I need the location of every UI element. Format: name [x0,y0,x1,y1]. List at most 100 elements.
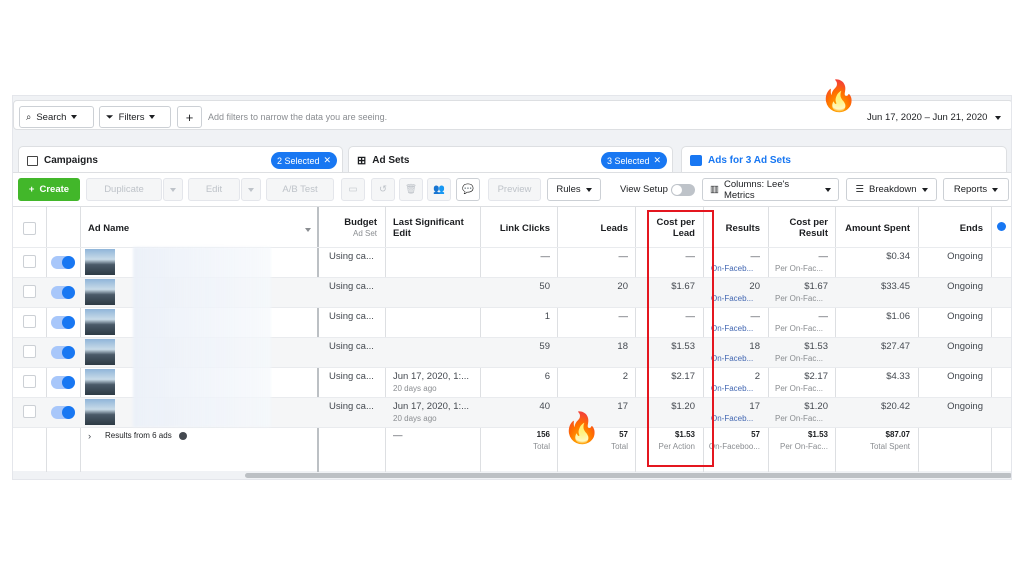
ad-thumbnail[interactable] [85,369,115,395]
audience-button[interactable]: 👥 [427,178,451,201]
ad-status-toggle[interactable] [51,406,75,419]
row-checkbox[interactable] [23,255,36,268]
sort-caret-icon[interactable] [305,228,311,232]
row-checkbox[interactable] [23,345,36,358]
create-button[interactable]: + Create [18,178,80,201]
header-last-edit-2[interactable]: Edit [393,228,411,239]
cost-per-result-cell: $1.53 [804,341,828,352]
ad-thumbnail[interactable] [85,399,115,425]
date-range-picker[interactable]: Jun 17, 2020 – Jun 21, 2020 [867,112,1002,123]
preview-label: Preview [497,184,532,195]
preview-button[interactable]: Preview [488,178,541,201]
add-filter-button[interactable]: + [177,106,202,128]
ad-status-toggle[interactable] [51,286,75,299]
edit-dropdown[interactable] [241,178,261,201]
tab-adsets[interactable]: ⊞ Ad Sets 3 Selected ✕ [348,146,673,174]
amount-spent-cell: $33.45 [880,281,910,292]
comment-button[interactable]: 💬 [456,178,480,201]
ad-thumbnail[interactable] [85,339,115,365]
results-sub[interactable]: On-Faceb... [711,264,765,273]
last-edit-sub: 20 days ago [393,414,437,423]
ad-status-toggle[interactable] [51,376,75,389]
link-clicks-cell: 1 [544,311,550,322]
ends-cell: Ongoing [947,251,983,262]
row-checkbox[interactable] [23,315,36,328]
header-ad-name[interactable]: Ad Name [88,223,129,234]
header-leads[interactable]: Leads [560,223,628,234]
search-button[interactable]: ⌕ Search [19,106,94,128]
archive-button[interactable]: ▭ [341,178,365,201]
row-checkbox[interactable] [23,405,36,418]
filter-icon: ⏷ [106,111,114,123]
close-icon[interactable]: ✕ [324,155,332,166]
caret-down-icon [248,187,254,192]
leads-cell: 18 [617,341,628,352]
ad-thumbnail[interactable] [85,249,115,275]
fire-emoji: 🔥 [563,412,601,445]
breakdown-label: Breakdown [869,184,917,195]
header-ends[interactable]: Ends [921,223,983,234]
breakdown-button[interactable]: ☰ Breakdown [846,178,937,201]
caret-down-icon [71,115,78,119]
ad-status-toggle[interactable] [51,256,75,269]
results-cell: — [750,251,761,262]
archive-icon: ▭ [348,184,358,195]
budget-cell: Using ca... [329,311,374,322]
row-checkbox[interactable] [23,375,36,388]
cost-per-result-cell: — [818,311,829,322]
ab-test-button[interactable]: A/B Test [266,178,334,201]
header-cost-per-result-2[interactable]: Result [771,228,828,239]
select-all-checkbox[interactable] [23,222,36,235]
results-sub[interactable]: On-Faceb... [711,294,765,303]
tab-campaigns-label: Campaigns [44,155,98,166]
caret-down-icon [149,115,156,119]
tab-ads[interactable]: Ads for 3 Ad Sets [681,146,1007,174]
horizontal-scrollbar[interactable] [245,473,1011,478]
caret-down-icon [995,116,1002,120]
columns-label: Columns: Lee's Metrics [723,178,790,201]
header-link-clicks[interactable]: Link Clicks [483,223,550,234]
duplicate-dropdown[interactable] [163,178,183,201]
header-budget[interactable]: Budget [319,217,377,228]
header-budget-sub: Ad Set [352,229,377,238]
edit-button[interactable]: Edit [188,178,240,201]
info-icon[interactable] [179,432,187,440]
header-results[interactable]: Results [706,223,760,234]
results-sub[interactable]: On-Faceb... [711,354,765,363]
ad-thumbnail[interactable] [85,279,115,305]
reports-label: Reports [953,184,988,195]
header-last-edit[interactable]: Last Significant [393,217,464,228]
adset-icon: ⊞ [357,155,367,167]
campaigns-selected-pill[interactable]: 2 Selected ✕ [271,152,338,169]
caret-down-icon [825,187,831,192]
duplicate-button[interactable]: Duplicate [86,178,162,201]
header-amount-spent[interactable]: Amount Spent [838,223,910,234]
row-checkbox[interactable] [23,285,36,298]
header-cost-per-result[interactable]: Cost per [771,217,828,228]
filters-button[interactable]: ⏷ Filters [99,106,171,128]
expand-chevron-icon[interactable]: › [88,431,91,442]
results-sub[interactable]: On-Faceb... [711,384,765,393]
rules-button[interactable]: Rules [547,178,601,201]
ad-status-toggle[interactable] [51,316,75,329]
columns-button[interactable]: ▥ Columns: Lee's Metrics [702,178,839,201]
add-column-icon[interactable] [997,222,1006,231]
ad-status-toggle[interactable] [51,346,75,359]
link-clicks-cell: — [540,251,551,262]
ad-thumbnail[interactable] [85,309,115,335]
close-icon[interactable]: ✕ [654,155,662,166]
view-setup-toggle[interactable] [671,184,695,196]
tab-campaigns[interactable]: Campaigns 2 Selected ✕ [18,146,343,174]
ends-cell: Ongoing [947,401,983,412]
plus-icon: + [28,184,35,195]
amount-spent-cell: $1.06 [886,311,910,322]
last-edit-cell: Jun 17, 2020, 1:... [393,401,470,412]
results-sub[interactable]: On-Faceb... [711,324,765,333]
delete-button[interactable]: 🗑 [399,178,423,201]
results-sub[interactable]: On-Faceb... [711,414,765,423]
cost-per-result-sub: Per On-Fac... [775,354,824,363]
adsets-selected-pill[interactable]: 3 Selected ✕ [601,152,668,169]
undo-button[interactable]: ↺ [371,178,395,201]
budget-cell: Using ca... [329,401,374,412]
reports-button[interactable]: Reports [943,178,1009,201]
